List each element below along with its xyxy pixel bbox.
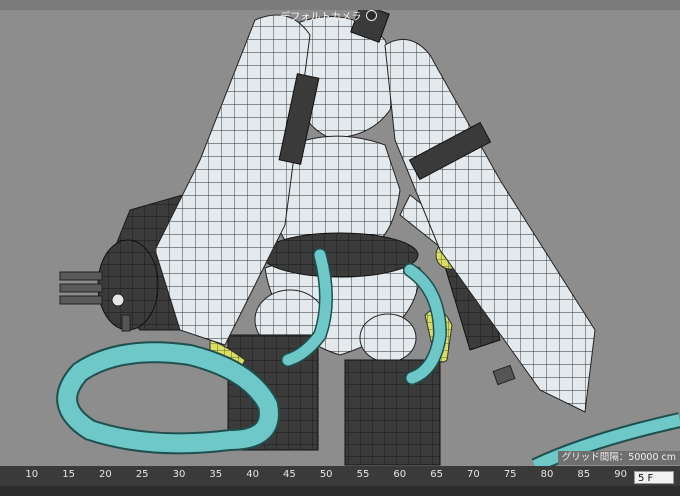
timeline-tick-label: 65 [430,469,443,480]
timeline[interactable]: 51015202530354045505560657075808590 5 F [0,466,680,496]
timeline-tick-label: 85 [577,469,591,480]
camera-label[interactable]: デフォルトカメラ [280,8,377,23]
timeline-tick-label: 40 [246,469,259,480]
timeline-tick-label: 20 [99,469,112,480]
timeline-tick-label: 55 [356,469,370,480]
timeline-ruler[interactable]: 51015202530354045505560657075808590 [0,466,680,486]
timeline-tick-label: 15 [62,469,75,480]
timeline-track-bar[interactable] [0,486,680,496]
timeline-tick-label: 90 [614,469,627,480]
camera-name: デフォルトカメラ [280,12,362,23]
head [297,3,395,139]
timeline-tick-label: 80 [540,469,554,480]
timeline-tick-label: 60 [393,469,407,480]
robot-model-render[interactable] [0,0,680,466]
timeline-tick-label: 45 [283,469,296,480]
timeline-tick-label: 30 [172,469,186,480]
timeline-tick-label: 70 [467,469,480,480]
timeline-tick-label: 75 [503,469,517,480]
timeline-tick-label: 10 [25,469,39,480]
timeline-tick-label: 35 [209,469,223,480]
timeline-tick-label: 25 [135,469,149,480]
camera-icon[interactable] [366,10,377,21]
current-frame-field[interactable]: 5 F [634,471,674,484]
grid-spacing-label: グリッド間隔：50000 cm [557,451,680,465]
3d-viewport[interactable]: デフォルトカメラ グリッド間隔：50000 cm [0,0,680,466]
timeline-tick-label: 50 [319,469,333,480]
